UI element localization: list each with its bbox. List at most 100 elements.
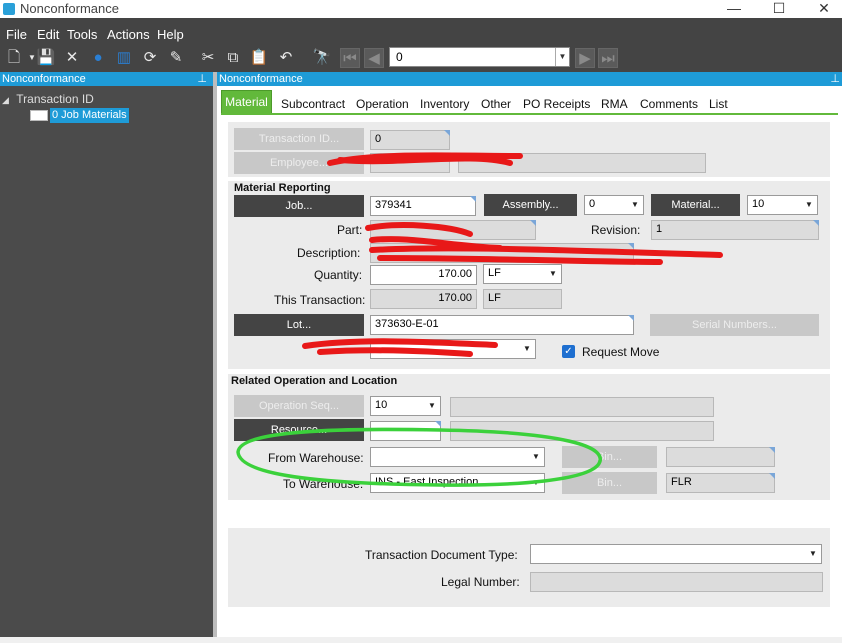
chevron-down-icon[interactable]: ▼: [424, 397, 440, 415]
operation-seq-select[interactable]: 10 ▼: [370, 396, 441, 416]
pin-icon[interactable]: ⊥: [197, 72, 207, 86]
comment-icon[interactable]: ●: [88, 48, 108, 68]
resource-desc-field: [450, 421, 714, 441]
chevron-down-icon[interactable]: ▼: [528, 474, 544, 492]
paste-icon[interactable]: 📋: [249, 48, 269, 68]
attachment-icon[interactable]: ▥: [114, 48, 134, 68]
reason-select[interactable]: ▼: [370, 339, 536, 359]
assembly-button[interactable]: Assembly...: [484, 194, 577, 216]
last-record-icon[interactable]: ⏭: [598, 48, 618, 68]
refresh-icon[interactable]: ⟳: [140, 48, 160, 68]
assembly-select[interactable]: 0 ▼: [584, 195, 644, 215]
tree-root-label: Transaction ID: [16, 92, 94, 106]
first-record-icon[interactable]: ⏮: [340, 48, 360, 68]
record-navigator-combo[interactable]: 0 ▼: [389, 47, 570, 67]
expand-triangle-icon[interactable]: ◢: [2, 95, 9, 105]
tree-child-label: 0 Job Materials: [50, 108, 129, 123]
pin-icon[interactable]: ⊥: [830, 72, 840, 86]
tab-material[interactable]: Material: [221, 90, 272, 114]
next-record-icon[interactable]: ▶: [575, 48, 595, 68]
quantity-uom-select[interactable]: LF ▼: [483, 264, 562, 284]
revision-field: 1: [651, 220, 819, 240]
tab-comments[interactable]: Comments: [640, 97, 698, 111]
menu-edit[interactable]: Edit: [37, 27, 59, 42]
transaction-id-button[interactable]: Transaction ID...: [234, 128, 364, 150]
tab-other[interactable]: Other: [481, 97, 511, 111]
to-warehouse-label: To Warehouse:: [283, 477, 364, 491]
quantity-field[interactable]: 170.00: [370, 265, 477, 285]
from-warehouse-select[interactable]: ▼: [370, 447, 545, 467]
tab-po-receipts[interactable]: PO Receipts: [523, 97, 590, 111]
menu-help[interactable]: Help: [157, 27, 184, 42]
chevron-down-icon[interactable]: ▼: [801, 196, 817, 214]
menu-tools[interactable]: Tools: [67, 27, 97, 42]
tab-list[interactable]: List: [709, 97, 728, 111]
job-button[interactable]: Job...: [234, 195, 364, 217]
transaction-document-type-select[interactable]: ▼: [530, 544, 822, 564]
description-label: Description:: [297, 246, 361, 260]
revision-label: Revision:: [591, 223, 641, 237]
window-title: Nonconformance: [20, 1, 119, 16]
menu-file[interactable]: File: [6, 27, 27, 42]
tree-root-item[interactable]: ◢ Transaction ID: [2, 92, 94, 106]
maximize-button[interactable]: ☐: [759, 0, 799, 18]
to-warehouse-select[interactable]: INS - East Inspection ▼: [370, 473, 545, 493]
request-move-checkbox[interactable]: ✓: [562, 345, 575, 358]
resource-field[interactable]: [370, 421, 441, 441]
minimize-button[interactable]: —: [714, 0, 754, 18]
legal-number-section: [228, 528, 830, 607]
copy-icon[interactable]: ⧉: [223, 48, 243, 68]
main-panel-title: Nonconformance: [219, 73, 303, 85]
left-tree-panel: Nonconformance ⊥ ◢ Transaction ID 0 Job …: [0, 72, 213, 637]
to-bin-button[interactable]: Bin...: [562, 472, 657, 494]
chevron-down-icon[interactable]: ▼: [805, 545, 821, 563]
close-button[interactable]: ✕: [804, 0, 842, 18]
tab-inventory[interactable]: Inventory: [420, 97, 469, 111]
lot-button[interactable]: Lot...: [234, 314, 364, 336]
part-label: Part:: [337, 223, 363, 237]
resource-button[interactable]: Resource...: [234, 419, 364, 441]
menu-actions[interactable]: Actions: [107, 27, 150, 42]
chevron-down-icon[interactable]: ▼: [519, 340, 535, 358]
prev-record-icon[interactable]: ◀: [364, 48, 384, 68]
legal-number-label: Legal Number:: [441, 575, 520, 589]
from-bin-button[interactable]: Bin...: [562, 446, 657, 468]
chevron-down-icon[interactable]: ▼: [545, 265, 561, 283]
material-button[interactable]: Material...: [651, 194, 740, 216]
material-select[interactable]: 10 ▼: [747, 195, 818, 215]
serial-numbers-button[interactable]: Serial Numbers...: [650, 314, 819, 336]
record-navigator-value: 0: [396, 50, 403, 64]
chevron-down-icon[interactable]: ▼: [528, 448, 544, 466]
operation-desc-field: [450, 397, 714, 417]
search-icon[interactable]: 🔭: [312, 48, 332, 68]
operation-seq-button[interactable]: Operation Seq...: [234, 395, 364, 417]
clear-icon[interactable]: ✎: [166, 48, 186, 68]
job-field[interactable]: 379341: [370, 196, 476, 216]
chevron-down-icon[interactable]: ▼: [555, 48, 569, 66]
lot-value: 373630-E-01: [375, 318, 439, 330]
new-icon[interactable]: 🗋: [4, 48, 24, 68]
this-transaction-uom-field: LF: [483, 289, 562, 309]
tab-subcontract[interactable]: Subcontract: [281, 97, 345, 111]
legal-number-field: [530, 572, 823, 592]
employee-button[interactable]: Employee...: [234, 152, 364, 174]
tab-rma[interactable]: RMA: [601, 97, 628, 111]
cut-icon[interactable]: ✂: [198, 48, 218, 68]
request-move-label: Request Move: [582, 345, 660, 359]
material-reporting-header: Material Reporting: [234, 182, 331, 194]
lot-field[interactable]: 373630-E-01: [370, 315, 634, 335]
tab-operation[interactable]: Operation: [356, 97, 409, 111]
transaction-id-field: 0: [370, 130, 450, 150]
chevron-down-icon[interactable]: ▼: [627, 196, 643, 214]
material-value: 10: [752, 198, 765, 210]
left-panel-title: Nonconformance: [2, 73, 86, 85]
job-value: 379341: [375, 199, 412, 211]
undo-icon[interactable]: ↶: [276, 48, 296, 68]
employee-name-field: [458, 153, 706, 173]
this-transaction-uom-value: LF: [488, 292, 501, 304]
save-icon[interactable]: 💾: [36, 48, 56, 68]
menu-bar: File Edit Tools Actions Help: [0, 24, 842, 44]
related-operation-header: Related Operation and Location: [231, 375, 398, 387]
from-bin-field: [666, 447, 775, 467]
delete-icon[interactable]: ✕: [62, 48, 82, 68]
